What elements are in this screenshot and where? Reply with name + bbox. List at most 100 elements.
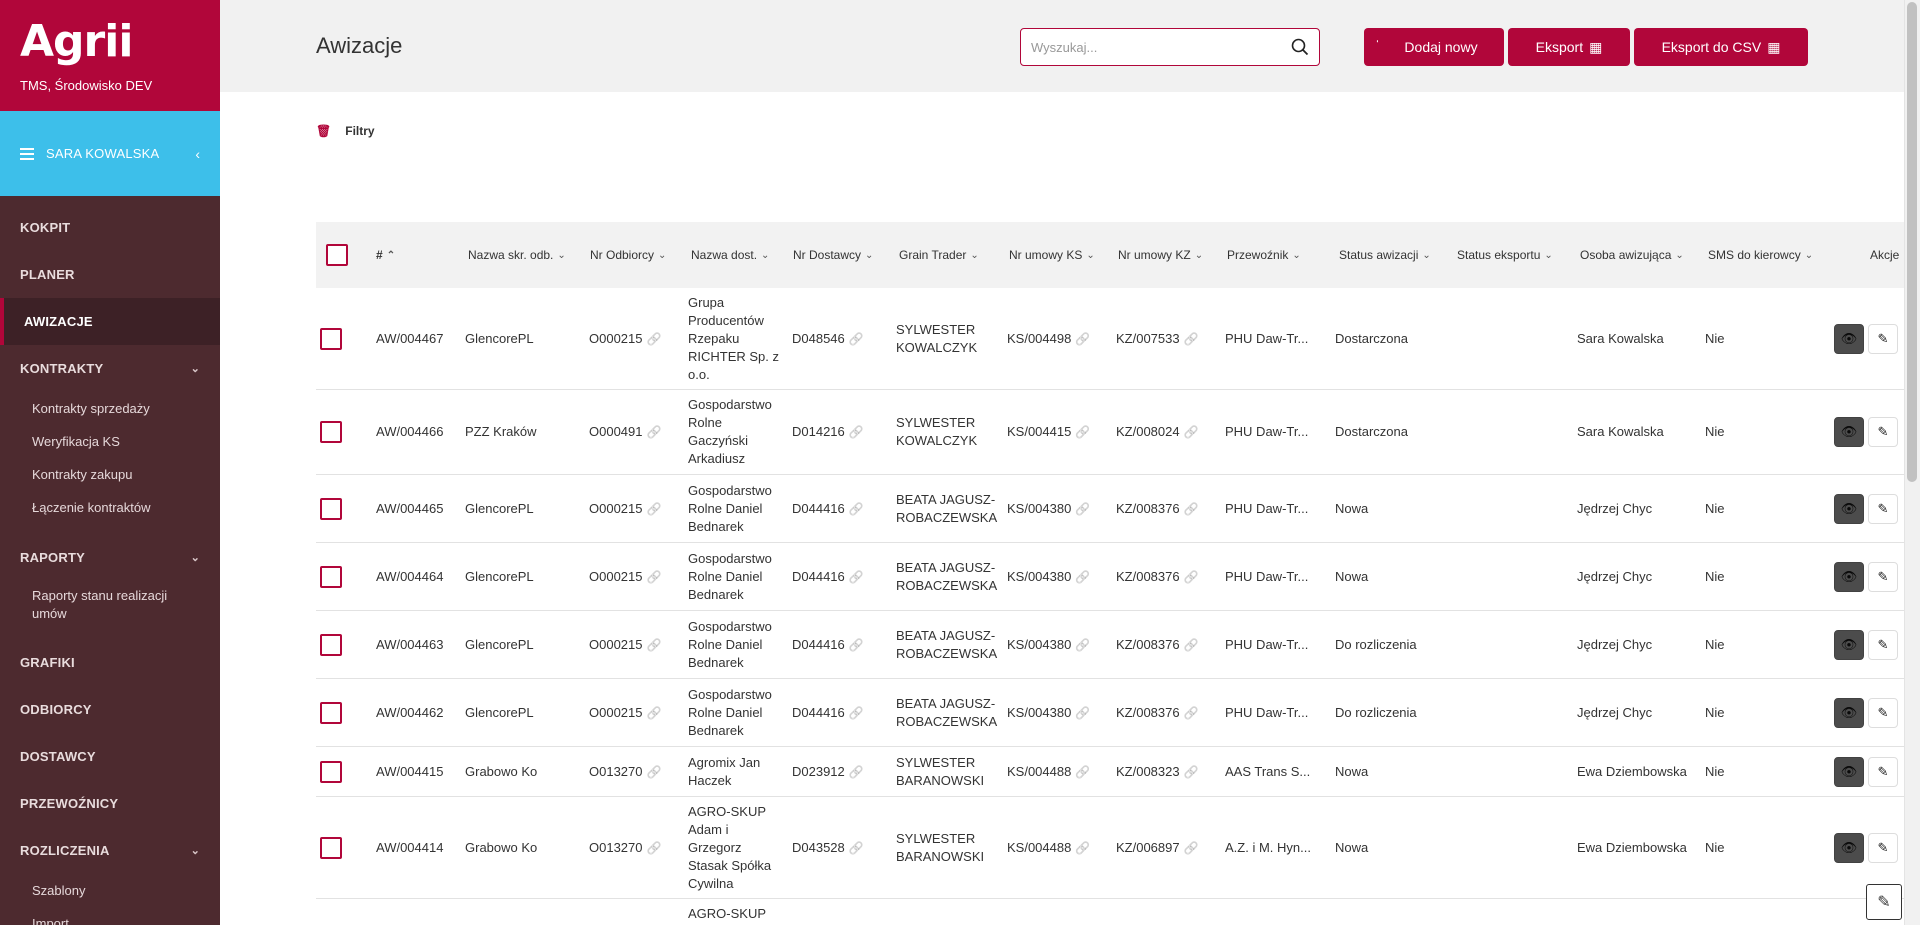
nav-item-raporty[interactable]: RAPORTY ⌄ bbox=[0, 534, 220, 581]
eye-icon[interactable]: 👁 bbox=[1834, 629, 1864, 660]
cell-kz[interactable]: KZ/008376 🔗 bbox=[1116, 611, 1221, 678]
link-icon[interactable]: 🔗 bbox=[647, 636, 662, 654]
sub-item-kontrakty-sprzedazy[interactable]: Kontrakty sprzedaży bbox=[0, 392, 220, 425]
row-select-cell[interactable] bbox=[320, 747, 342, 796]
row-checkbox[interactable] bbox=[320, 701, 342, 724]
row-select-cell[interactable] bbox=[320, 543, 342, 610]
link-icon[interactable]: 🔗 bbox=[1184, 763, 1199, 781]
link-icon[interactable]: 🔗 bbox=[647, 839, 662, 857]
pencil-icon[interactable]: ✎ bbox=[1868, 417, 1898, 447]
pencil-icon[interactable]: ✎ bbox=[1868, 832, 1898, 863]
column-header-przewoznik[interactable]: Przewoźnik ⌄ bbox=[1227, 222, 1301, 288]
cell-nr-odb[interactable]: O013270 🔗 bbox=[589, 797, 689, 898]
cell-nr-dost[interactable]: D014216 🔗 bbox=[792, 390, 892, 474]
column-header-nr-odb[interactable]: Nr Odbiorcy ⌄ bbox=[590, 222, 666, 288]
chevron-left-icon[interactable]: ‹ bbox=[195, 146, 200, 162]
link-icon[interactable]: 🔗 bbox=[1184, 839, 1199, 857]
link-icon[interactable]: 🔗 bbox=[849, 704, 864, 722]
sub-item-weryfikacja-ks[interactable]: Weryfikacja KS bbox=[0, 425, 220, 458]
pencil-icon[interactable]: ✎ bbox=[1868, 561, 1898, 592]
link-icon[interactable]: 🔗 bbox=[1075, 423, 1090, 441]
cell-kz[interactable]: KZ/008024 🔗 bbox=[1116, 390, 1221, 474]
row-checkbox[interactable] bbox=[320, 327, 342, 350]
pencil-icon[interactable]: ✎ bbox=[1868, 323, 1898, 354]
cell-nr-dost[interactable]: D048546 🔗 bbox=[792, 288, 892, 389]
link-icon[interactable]: 🔗 bbox=[1075, 330, 1090, 348]
agrii-logo[interactable]: Agrii bbox=[20, 18, 200, 66]
cell-nr-odb[interactable]: O000215 🔗 bbox=[589, 288, 689, 389]
row-select-cell[interactable] bbox=[320, 288, 342, 389]
cell-kz[interactable]: KZ/008323 🔗 bbox=[1116, 747, 1221, 796]
link-icon[interactable]: 🔗 bbox=[647, 330, 662, 348]
hamburger-icon[interactable] bbox=[20, 147, 34, 160]
link-icon[interactable]: 🔗 bbox=[1075, 704, 1090, 722]
link-icon[interactable]: 🔗 bbox=[647, 423, 662, 441]
cell-nr-odb[interactable]: O000215 🔗 bbox=[589, 543, 689, 610]
link-icon[interactable]: 🔗 bbox=[849, 568, 864, 586]
cell-nr-dost[interactable]: D044416 🔗 bbox=[792, 543, 892, 610]
link-icon[interactable]: 🔗 bbox=[1184, 704, 1199, 722]
filters-label[interactable]: Filtry bbox=[345, 124, 374, 138]
nav-item-grafiki[interactable]: GRAFIKI bbox=[0, 639, 220, 686]
eye-icon[interactable]: 👁 bbox=[1834, 417, 1864, 447]
chat-icon[interactable]: ✎ bbox=[1866, 884, 1902, 920]
row-checkbox[interactable] bbox=[320, 760, 342, 783]
column-header-status[interactable]: Status awizacji ⌄ bbox=[1339, 222, 1431, 288]
nav-item-awizacje[interactable]: AWIZACJE bbox=[0, 298, 220, 345]
trash-icon[interactable]: 🗑 bbox=[316, 124, 331, 138]
cell-kz[interactable]: KZ/006897 🔗 bbox=[1116, 797, 1221, 898]
column-header-osoba[interactable]: Osoba awizująca ⌄ bbox=[1580, 222, 1684, 288]
nav-item-odbiorcy[interactable]: ODBIORCY bbox=[0, 686, 220, 733]
sub-item-import[interactable]: Import bbox=[0, 907, 220, 925]
cell-nr-odb[interactable]: O013270 🔗 bbox=[589, 747, 689, 796]
search-box[interactable] bbox=[1020, 28, 1320, 66]
column-header-eksport[interactable]: Status eksportu ⌄ bbox=[1457, 222, 1553, 288]
link-icon[interactable]: 🔗 bbox=[849, 636, 864, 654]
row-select-cell[interactable] bbox=[320, 611, 342, 678]
cell-kz[interactable]: KZ/007533 🔗 bbox=[1116, 288, 1221, 389]
eye-icon[interactable]: 👁 bbox=[1834, 561, 1864, 592]
select-all-checkbox[interactable] bbox=[326, 244, 348, 266]
link-icon[interactable]: 🔗 bbox=[849, 500, 864, 518]
nav-item-kokpit[interactable]: KOKPIT bbox=[0, 204, 220, 251]
row-select-cell[interactable] bbox=[320, 390, 342, 474]
link-icon[interactable]: 🔗 bbox=[1075, 500, 1090, 518]
cell-nr-dost[interactable]: D044416 🔗 bbox=[792, 611, 892, 678]
row-select-cell[interactable] bbox=[320, 475, 342, 542]
row-checkbox[interactable] bbox=[320, 497, 342, 520]
cell-ks[interactable]: KS/004380 🔗 bbox=[1007, 543, 1112, 610]
eye-icon[interactable]: 👁 bbox=[1834, 323, 1864, 354]
link-icon[interactable]: 🔗 bbox=[849, 763, 864, 781]
row-checkbox[interactable] bbox=[320, 565, 342, 588]
link-icon[interactable]: 🔗 bbox=[1184, 636, 1199, 654]
link-icon[interactable]: 🔗 bbox=[647, 500, 662, 518]
export-button[interactable]: Eksport ▦ bbox=[1508, 28, 1630, 66]
cell-kz[interactable]: KZ/008376 🔗 bbox=[1116, 679, 1221, 746]
nav-item-rozliczenia[interactable]: ROZLICZENIA ⌄ bbox=[0, 827, 220, 874]
row-checkbox[interactable] bbox=[320, 633, 342, 656]
cell-ks[interactable]: KS/004415 🔗 bbox=[1007, 390, 1112, 474]
row-checkbox[interactable] bbox=[320, 421, 342, 443]
cell-nr-odb[interactable]: O000215 🔗 bbox=[589, 611, 689, 678]
cell-nr-odb[interactable]: O000215 🔗 bbox=[589, 475, 689, 542]
link-icon[interactable]: 🔗 bbox=[1184, 423, 1199, 441]
link-icon[interactable]: 🔗 bbox=[1075, 839, 1090, 857]
select-all-cell[interactable] bbox=[326, 222, 348, 288]
row-select-cell[interactable] bbox=[320, 679, 342, 746]
sub-item-szablony[interactable]: Szablony bbox=[0, 874, 220, 907]
column-header-kz[interactable]: Nr umowy KZ ⌄ bbox=[1118, 222, 1203, 288]
cell-ks[interactable]: KS/004380 🔗 bbox=[1007, 611, 1112, 678]
sub-item-raporty-stanu[interactable]: Raporty stanu realizacji umów bbox=[0, 581, 220, 629]
cell-ks[interactable]: KS/004380 🔗 bbox=[1007, 475, 1112, 542]
nav-item-dostawcy[interactable]: DOSTAWCY bbox=[0, 733, 220, 780]
column-header-odb[interactable]: Nazwa skr. odb. ⌄ bbox=[468, 222, 566, 288]
cell-kz[interactable]: KZ/008376 🔗 bbox=[1116, 475, 1221, 542]
link-icon[interactable]: 🔗 bbox=[1075, 763, 1090, 781]
cell-ks[interactable]: KS/004488 🔗 bbox=[1007, 797, 1112, 898]
add-new-button[interactable]: Dodaj nowy bbox=[1378, 28, 1504, 66]
search-icon[interactable] bbox=[1291, 38, 1309, 56]
column-header-ks[interactable]: Nr umowy KS ⌄ bbox=[1009, 222, 1095, 288]
cell-kz[interactable]: KZ/008376 🔗 bbox=[1116, 543, 1221, 610]
cell-nr-dost[interactable]: D023912 🔗 bbox=[792, 747, 892, 796]
row-select-cell[interactable] bbox=[320, 797, 342, 898]
